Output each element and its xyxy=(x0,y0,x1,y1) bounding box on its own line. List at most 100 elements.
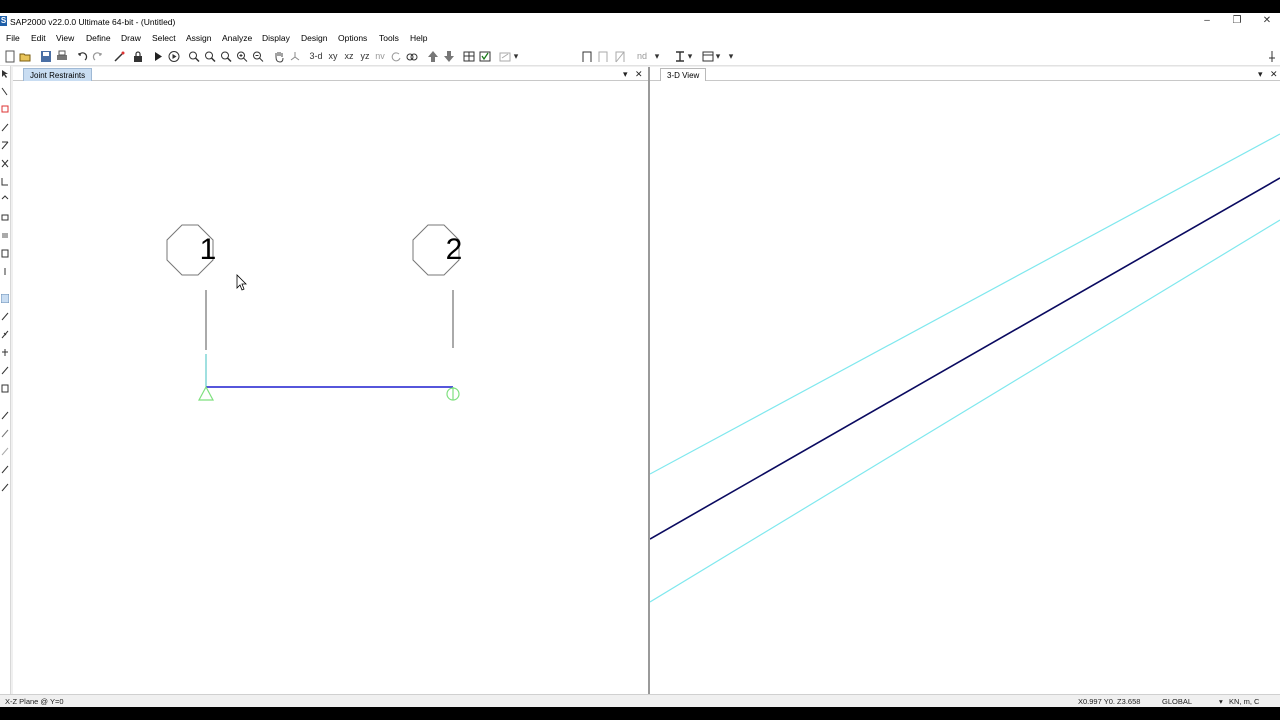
more-tools-dropdown-icon[interactable]: ▾ xyxy=(727,50,735,63)
pan-hand-icon[interactable] xyxy=(273,50,285,63)
menu-options[interactable]: Options xyxy=(338,33,367,43)
menu-display[interactable]: Display xyxy=(262,33,290,43)
view-nd-button[interactable]: nd xyxy=(634,50,650,63)
zoom-in-icon[interactable] xyxy=(236,50,248,63)
menu-edit[interactable]: Edit xyxy=(31,33,46,43)
joint-restraints-window[interactable]: Joint Restraints ▾ ✕ 1 2 xyxy=(13,67,648,694)
joint-restraints-canvas[interactable]: 1 2 xyxy=(13,82,648,694)
menu-help[interactable]: Help xyxy=(410,33,427,43)
coord-system-dropdown[interactable]: GLOBAL xyxy=(1162,697,1192,706)
tab-joint-restraints[interactable]: Joint Restraints xyxy=(23,68,93,81)
restore-previous-zoom-icon[interactable] xyxy=(220,50,232,63)
section-dropdown-icon[interactable]: ▾ xyxy=(686,50,694,63)
snap-more-icon[interactable] xyxy=(1,483,9,492)
close-button[interactable]: ✕ xyxy=(1252,14,1280,28)
section-designer-icon[interactable] xyxy=(674,50,686,63)
3d-view-window[interactable]: 3-D View ▾ ✕ xyxy=(650,67,1280,694)
draw-area-icon[interactable] xyxy=(1,195,9,204)
left-pane-tabbar: Joint Restraints ▾ ✕ xyxy=(13,67,648,81)
run-now-icon[interactable] xyxy=(168,50,180,63)
zoom-out-icon[interactable] xyxy=(252,50,264,63)
menu-define[interactable]: Define xyxy=(86,33,111,43)
draw-joint-icon[interactable] xyxy=(1,105,9,114)
menu-design[interactable]: Design xyxy=(301,33,327,43)
snap-to-ends-icon[interactable] xyxy=(1,312,9,321)
save-icon[interactable] xyxy=(40,50,52,63)
draw-brace-icon[interactable] xyxy=(614,50,626,63)
view-nv-button[interactable]: nv xyxy=(373,50,387,63)
minimize-button[interactable]: – xyxy=(1192,14,1222,28)
menu-draw[interactable]: Draw xyxy=(121,33,141,43)
grid-bubble-1[interactable]: 1 xyxy=(166,224,216,276)
rubber-band-zoom-icon[interactable] xyxy=(188,50,200,63)
right-pane-close-icon[interactable]: ✕ xyxy=(1270,68,1278,80)
refresh-window-icon[interactable] xyxy=(113,50,125,63)
menu-analyze[interactable]: Analyze xyxy=(222,33,252,43)
redo-icon[interactable] xyxy=(92,50,104,63)
show-forces-dropdown-icon[interactable]: ▾ xyxy=(512,50,520,63)
snap-to-joints-icon[interactable] xyxy=(0,293,10,304)
menu-file[interactable]: File xyxy=(6,33,20,43)
menu-assign[interactable]: Assign xyxy=(186,33,212,43)
left-pane-menu-dropdown-icon[interactable]: ▾ xyxy=(623,68,628,80)
menu-view[interactable]: View xyxy=(56,33,74,43)
pin-toolbar-icon[interactable] xyxy=(1266,50,1278,63)
pin-support-icon[interactable] xyxy=(197,385,215,401)
display-table-dropdown-icon[interactable]: ▾ xyxy=(714,50,722,63)
view-xz-button[interactable]: xz xyxy=(342,50,356,63)
quick-draw-frame-icon[interactable] xyxy=(1,141,9,150)
snap-parallel-icon[interactable] xyxy=(1,465,9,474)
roller-support-icon[interactable] xyxy=(446,387,460,401)
frame-element-3d[interactable] xyxy=(650,177,1280,540)
snap-extend-icon[interactable] xyxy=(1,447,9,456)
show-undeformed-shape-icon[interactable] xyxy=(463,50,475,63)
coord-system-dropdown-icon[interactable]: ▾ xyxy=(1219,697,1223,706)
new-model-icon[interactable] xyxy=(4,50,16,63)
draw-solid-icon[interactable] xyxy=(1,249,9,258)
snap-perpendicular-icon[interactable] xyxy=(1,366,9,375)
draw-rectangular-area-icon[interactable] xyxy=(1,213,9,222)
draw-frame-quick-icon[interactable] xyxy=(597,50,609,63)
quick-draw-area-icon[interactable] xyxy=(1,231,9,240)
draw-cable-icon[interactable] xyxy=(1,177,9,186)
view-3d-button[interactable]: 3-d xyxy=(308,50,324,63)
view-xy-button[interactable]: xy xyxy=(326,50,340,63)
right-pane-menu-dropdown-icon[interactable]: ▾ xyxy=(1258,68,1263,80)
draw-link-icon[interactable] xyxy=(1,267,9,276)
snap-to-intersections-icon[interactable] xyxy=(1,348,9,357)
restore-full-view-icon[interactable] xyxy=(204,50,216,63)
snap-to-lines-icon[interactable] xyxy=(1,384,9,393)
tab-3d-view[interactable]: 3-D View xyxy=(660,68,707,81)
nd-dropdown-icon[interactable]: ▾ xyxy=(653,50,661,63)
set-display-options-icon[interactable] xyxy=(479,50,491,63)
open-model-icon[interactable] xyxy=(19,50,31,63)
lock-icon[interactable] xyxy=(132,50,144,63)
sap2000-app-icon[interactable]: S xyxy=(0,16,7,26)
reshape-tool-icon[interactable] xyxy=(1,87,9,96)
draw-brace-tool-icon[interactable] xyxy=(1,159,9,168)
left-pane-close-icon[interactable]: ✕ xyxy=(635,68,643,80)
snap-fine-grid-icon[interactable] xyxy=(1,411,9,420)
view-yz-button[interactable]: yz xyxy=(358,50,372,63)
undo-icon[interactable] xyxy=(76,50,88,63)
print-icon[interactable] xyxy=(56,50,68,63)
move-down-icon[interactable] xyxy=(443,50,455,63)
menu-select[interactable]: Select xyxy=(152,33,176,43)
units-dropdown[interactable]: KN, m, C xyxy=(1229,697,1259,706)
grid-bubble-2[interactable]: 2 xyxy=(412,224,462,276)
draw-frame-icon[interactable] xyxy=(581,50,593,63)
menu-tools[interactable]: Tools xyxy=(379,33,399,43)
rotate-3d-icon[interactable] xyxy=(390,50,402,63)
perspective-toggle-icon[interactable] xyxy=(406,50,418,63)
restore-button[interactable]: ❐ xyxy=(1222,14,1252,28)
draw-frame-line-icon[interactable] xyxy=(1,123,9,132)
set-3d-view-options-icon[interactable] xyxy=(289,50,301,63)
3d-view-canvas[interactable] xyxy=(650,82,1280,694)
show-forces-icon[interactable] xyxy=(499,50,511,63)
run-analysis-icon[interactable] xyxy=(152,50,164,63)
snap-options-icon[interactable] xyxy=(1,429,9,438)
display-table-icon[interactable] xyxy=(702,50,714,63)
snap-to-midpoints-icon[interactable] xyxy=(1,330,9,339)
move-up-icon[interactable] xyxy=(427,50,439,63)
pointer-tool-icon[interactable] xyxy=(1,69,9,78)
